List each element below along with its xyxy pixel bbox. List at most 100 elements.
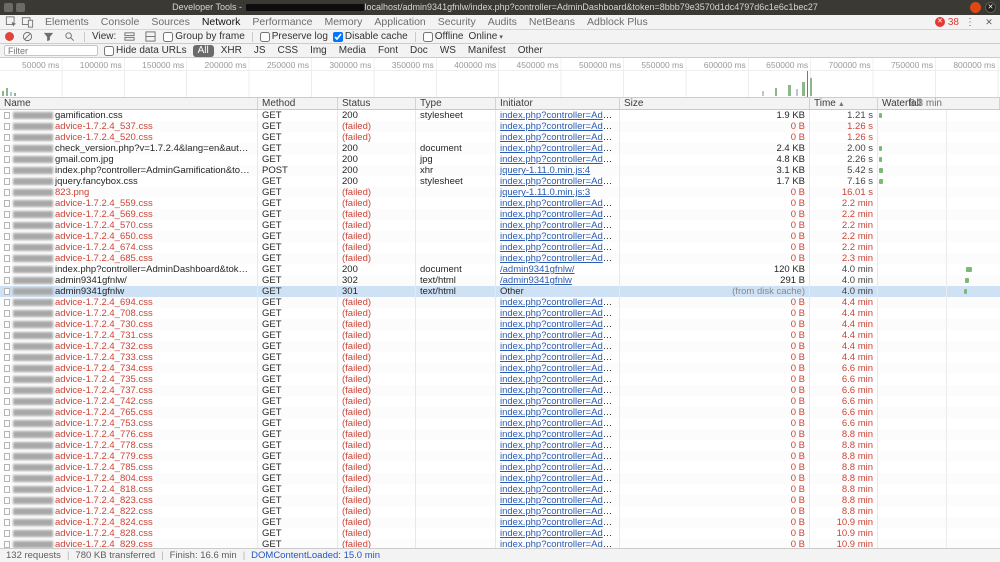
request-name-cell[interactable]: advice-1.7.2.4_822.css — [0, 506, 258, 517]
tab-sources[interactable]: Sources — [145, 15, 196, 29]
request-initiator-link[interactable]: index.php?controller=AdminDashboard&… — [500, 330, 620, 341]
request-name-cell[interactable]: advice-1.7.2.4_824.css — [0, 517, 258, 528]
offline-checkbox[interactable]: Offline — [423, 31, 464, 42]
request-initiator-link[interactable]: index.php?controller=AdminDashboard&… — [500, 110, 620, 121]
tab-performance[interactable]: Performance — [246, 15, 318, 29]
table-row[interactable]: advice-1.7.2.4_753.css GET (failed) inde… — [0, 418, 1000, 429]
request-initiator-link[interactable]: index.php?controller=AdminDashboard&… — [500, 374, 620, 385]
request-initiator-link[interactable]: index.php?controller=AdminDashboard&… — [500, 242, 620, 253]
column-header-name[interactable]: Name — [0, 98, 258, 109]
filter-input[interactable] — [4, 45, 98, 56]
error-count[interactable]: 38 — [948, 17, 959, 28]
disable-cache-checkbox[interactable]: Disable cache — [333, 31, 408, 42]
request-name-cell[interactable]: jquery.fancybox.css — [0, 176, 258, 187]
request-name-cell[interactable]: index.php?controller=AdminGamification&t… — [0, 165, 258, 176]
table-row[interactable]: gamification.css GET 200 stylesheet inde… — [0, 110, 1000, 121]
request-name-cell[interactable]: advice-1.7.2.4_674.css — [0, 242, 258, 253]
request-initiator-link[interactable]: jquery-1.11.0.min.js:4 — [500, 165, 590, 176]
request-name-cell[interactable]: advice-1.7.2.4_520.css — [0, 132, 258, 143]
request-name-cell[interactable]: advice-1.7.2.4_537.css — [0, 121, 258, 132]
table-row[interactable]: advice-1.7.2.4_737.css GET (failed) inde… — [0, 385, 1000, 396]
hide-data-urls-checkbox[interactable]: Hide data URLs — [104, 45, 187, 56]
request-initiator-link[interactable]: index.php?controller=AdminDashboard&… — [500, 506, 620, 517]
record-button[interactable] — [5, 32, 14, 41]
request-name-cell[interactable]: advice-1.7.2.4_559.css — [0, 198, 258, 209]
request-name-cell[interactable]: advice-1.7.2.4_650.css — [0, 231, 258, 242]
table-row[interactable]: advice-1.7.2.4_708.css GET (failed) inde… — [0, 308, 1000, 319]
column-header-initiator[interactable]: Initiator — [496, 98, 620, 109]
disable-cache-input[interactable] — [333, 32, 343, 42]
table-row[interactable]: advice-1.7.2.4_804.css GET (failed) inde… — [0, 473, 1000, 484]
table-row[interactable]: advice-1.7.2.4_685.css GET (failed) inde… — [0, 253, 1000, 264]
request-initiator-link[interactable]: index.php?controller=AdminDashboard&… — [500, 231, 620, 242]
filter-pill-doc[interactable]: Doc — [405, 45, 433, 57]
column-header-time[interactable]: Time▲ — [810, 98, 878, 109]
request-name-cell[interactable]: advice-1.7.2.4_569.css — [0, 209, 258, 220]
group-by-frame-checkbox[interactable]: Group by frame — [163, 31, 244, 42]
tab-application[interactable]: Application — [368, 15, 431, 29]
use-small-rows-icon[interactable] — [121, 30, 137, 43]
request-name-cell[interactable]: advice-1.7.2.4_753.css — [0, 418, 258, 429]
request-name-cell[interactable]: gmail.com.jpg — [0, 154, 258, 165]
request-initiator-link[interactable]: index.php?controller=AdminDashboard&… — [500, 154, 620, 165]
request-initiator-link[interactable]: index.php?controller=AdminDashboard&… — [500, 396, 620, 407]
filter-pill-other[interactable]: Other — [513, 45, 548, 57]
device-toolbar-icon[interactable] — [19, 16, 35, 29]
request-name-cell[interactable]: advice-1.7.2.4_823.css — [0, 495, 258, 506]
preserve-log-checkbox[interactable]: Preserve log — [260, 31, 328, 42]
request-initiator-link[interactable]: index.php?controller=AdminDashboard&… — [500, 143, 620, 154]
table-row[interactable]: advice-1.7.2.4_828.css GET (failed) inde… — [0, 528, 1000, 539]
request-initiator-link[interactable]: index.php?controller=AdminDashboard&… — [500, 539, 620, 548]
request-name-cell[interactable]: advice-1.7.2.4_730.css — [0, 319, 258, 330]
request-initiator-link[interactable]: index.php?controller=AdminDashboard&… — [500, 451, 620, 462]
more-options-icon[interactable]: ⋮ — [962, 16, 978, 29]
table-row[interactable]: advice-1.7.2.4_823.css GET (failed) inde… — [0, 495, 1000, 506]
table-row[interactable]: advice-1.7.2.4_731.css GET (failed) inde… — [0, 330, 1000, 341]
request-name-cell[interactable]: check_version.php?v=1.7.2.4&lang=en&auto… — [0, 143, 258, 154]
request-name-cell[interactable]: gamification.css — [0, 110, 258, 121]
request-initiator-link[interactable]: index.php?controller=AdminDashboard&… — [500, 198, 620, 209]
request-initiator-link[interactable]: index.php?controller=AdminDashboard&… — [500, 385, 620, 396]
request-initiator-link[interactable]: index.php?controller=AdminDashboard&… — [500, 352, 620, 363]
table-row[interactable]: admin9341gfnlw GET 301 text/html Other (… — [0, 286, 1000, 297]
table-row[interactable]: advice-1.7.2.4_730.css GET (failed) inde… — [0, 319, 1000, 330]
column-header-method[interactable]: Method — [258, 98, 338, 109]
request-initiator-link[interactable]: index.php?controller=AdminDashboard&… — [500, 429, 620, 440]
request-initiator-link[interactable]: index.php?controller=AdminDashboard&… — [500, 297, 620, 308]
table-row[interactable]: advice-1.7.2.4_520.css GET (failed) inde… — [0, 132, 1000, 143]
table-row[interactable]: index.php?controller=AdminGamification&t… — [0, 165, 1000, 176]
filter-pill-xhr[interactable]: XHR — [216, 45, 247, 57]
filter-pill-media[interactable]: Media — [334, 45, 371, 57]
request-name-cell[interactable]: advice-1.7.2.4_818.css — [0, 484, 258, 495]
request-name-cell[interactable]: admin9341gfnlw/ — [0, 275, 258, 286]
table-row[interactable]: advice-1.7.2.4_824.css GET (failed) inde… — [0, 517, 1000, 528]
tab-elements[interactable]: Elements — [39, 15, 95, 29]
request-initiator-link[interactable]: /admin9341gfnlw/ — [500, 264, 574, 275]
offline-input[interactable] — [423, 32, 433, 42]
table-row[interactable]: advice-1.7.2.4_785.css GET (failed) inde… — [0, 462, 1000, 473]
table-row[interactable]: advice-1.7.2.4_742.css GET (failed) inde… — [0, 396, 1000, 407]
table-row[interactable]: admin9341gfnlw/ GET 302 text/html /admin… — [0, 275, 1000, 286]
table-row[interactable]: advice-1.7.2.4_569.css GET (failed) inde… — [0, 209, 1000, 220]
table-row[interactable]: advice-1.7.2.4_537.css GET (failed) inde… — [0, 121, 1000, 132]
request-name-cell[interactable]: advice-1.7.2.4_694.css — [0, 297, 258, 308]
request-name-cell[interactable]: advice-1.7.2.4_570.css — [0, 220, 258, 231]
request-name-cell[interactable]: advice-1.7.2.4_778.css — [0, 440, 258, 451]
filter-pill-js[interactable]: JS — [249, 45, 271, 57]
request-initiator-link[interactable]: index.php?controller=AdminDashboard&… — [500, 319, 620, 330]
table-row[interactable]: advice-1.7.2.4_650.css GET (failed) inde… — [0, 231, 1000, 242]
table-row[interactable]: advice-1.7.2.4_765.css GET (failed) inde… — [0, 407, 1000, 418]
request-initiator-link[interactable]: index.php?controller=AdminDashboard&… — [500, 308, 620, 319]
request-initiator-link[interactable]: index.php?controller=AdminDashboard&… — [500, 220, 620, 231]
request-initiator-link[interactable]: index.php?controller=AdminDashboard&… — [500, 209, 620, 220]
request-initiator-link[interactable]: index.php?controller=AdminDashboard&… — [500, 418, 620, 429]
request-initiator-link[interactable]: index.php?controller=AdminDashboard&… — [500, 495, 620, 506]
table-row[interactable]: gmail.com.jpg GET 200 jpg index.php?cont… — [0, 154, 1000, 165]
request-name-cell[interactable]: advice-1.7.2.4_737.css — [0, 385, 258, 396]
show-overview-icon[interactable] — [142, 30, 158, 43]
tab-security[interactable]: Security — [432, 15, 482, 29]
overview-cursor-line[interactable] — [807, 71, 808, 97]
table-row[interactable]: advice-1.7.2.4_778.css GET (failed) inde… — [0, 440, 1000, 451]
request-name-cell[interactable]: advice-1.7.2.4_734.css — [0, 363, 258, 374]
request-initiator-link[interactable]: jquery-1.11.0.min.js:3 — [500, 187, 590, 198]
